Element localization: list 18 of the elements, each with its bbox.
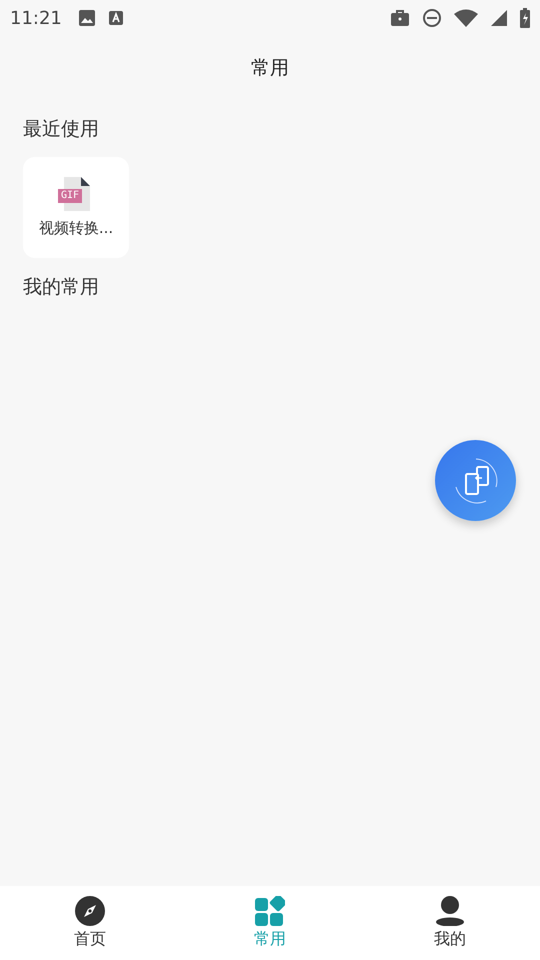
page-title: 常用 xyxy=(251,56,289,81)
status-time: 11:21 xyxy=(10,8,62,28)
image-icon xyxy=(78,9,96,27)
nav-tab[interactable]: 首页 xyxy=(0,886,180,960)
section-title: 我的常用 xyxy=(23,275,100,300)
signal-icon xyxy=(490,9,508,27)
font-icon xyxy=(108,10,124,26)
section-title: 最近使用 xyxy=(23,117,100,142)
apps-icon xyxy=(255,896,285,926)
compass-icon xyxy=(75,896,105,926)
tool-label: 视频转换... xyxy=(38,219,114,238)
briefcase-icon xyxy=(390,9,410,27)
wifi-icon xyxy=(454,9,478,27)
nav-tab[interactable]: 我的 xyxy=(360,886,540,960)
do-not-disturb-icon xyxy=(422,8,442,28)
person-icon xyxy=(436,896,464,926)
battery-icon xyxy=(520,8,530,28)
recent-tool-card[interactable]: GIF 视频转换... xyxy=(23,157,129,258)
